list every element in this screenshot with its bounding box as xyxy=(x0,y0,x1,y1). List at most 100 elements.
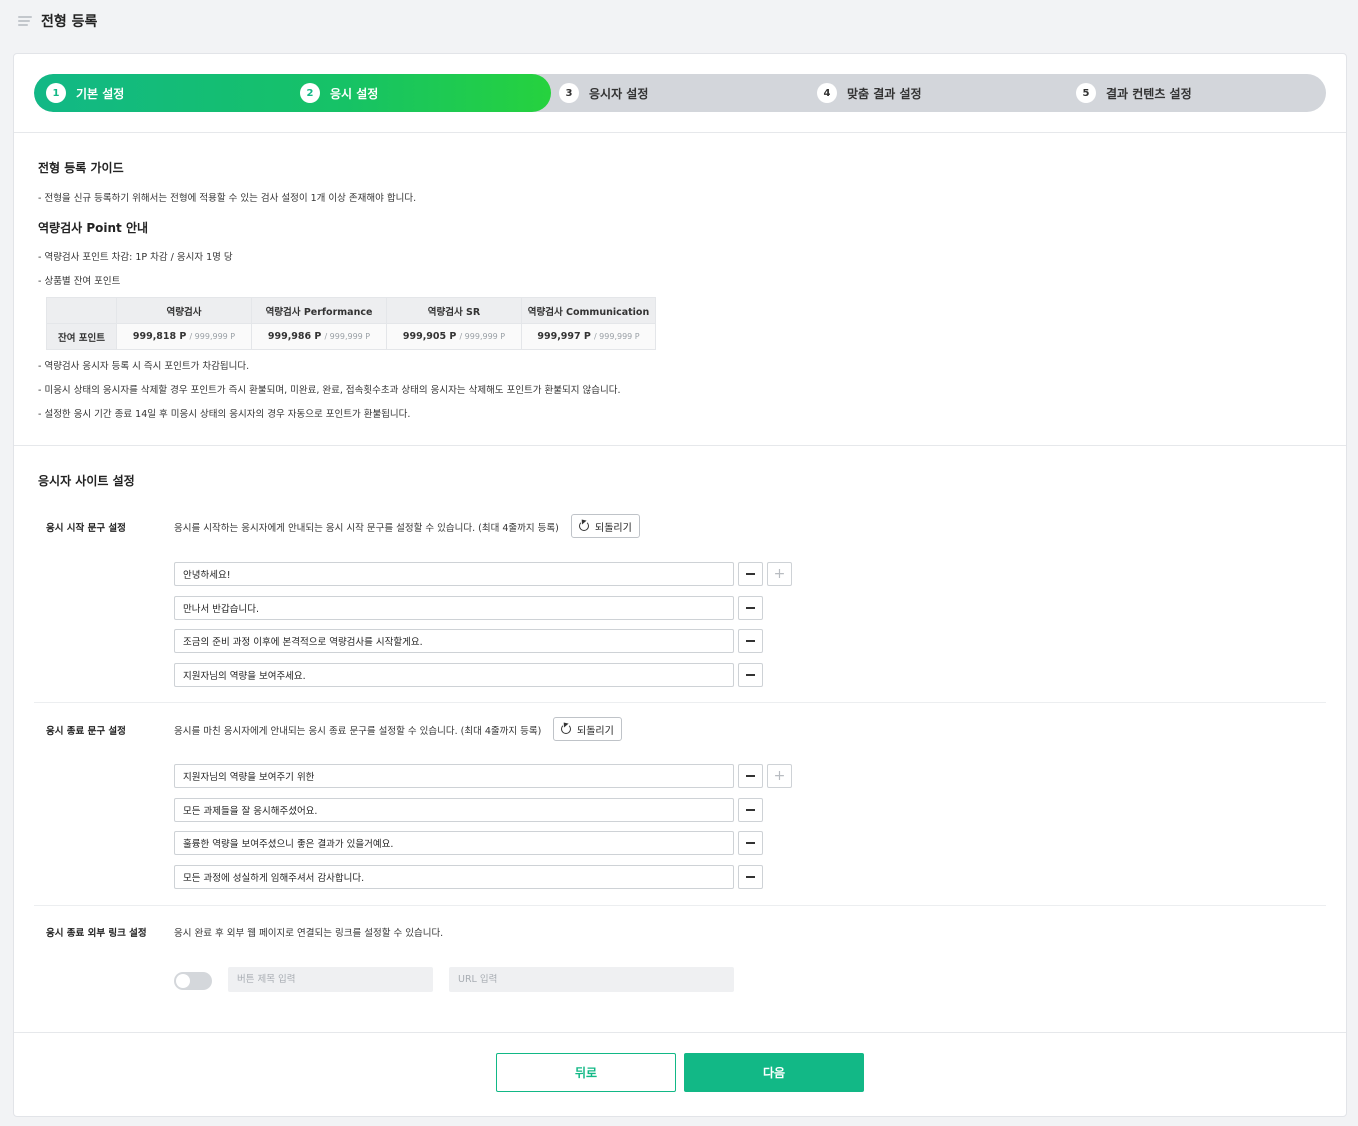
toggle-knob xyxy=(176,974,190,988)
points-current: 999,997 P xyxy=(537,331,591,342)
table-column-header: 역량검사 xyxy=(116,297,252,324)
end-phrase-input-4[interactable] xyxy=(174,865,734,889)
reset-label: 되돌리기 xyxy=(595,522,632,534)
points-max: / 999,999 P xyxy=(459,332,506,341)
step-result-content-settings[interactable]: 5 결과 컨텐츠 설정 xyxy=(1076,74,1192,112)
section-divider xyxy=(34,702,1326,703)
start-phrase-label: 응시 시작 문구 설정 xyxy=(46,523,126,534)
external-link-toggle[interactable] xyxy=(174,972,212,990)
step-progress-bar: 1 기본 설정 2 응시 설정 3 응시자 설정 4 맞춤 결과 설정 5 결과… xyxy=(34,74,1326,112)
table-cell: 999,997 P / 999,999 P xyxy=(521,323,656,350)
step-label: 응시 설정 xyxy=(330,86,379,101)
points-note: - 상품별 잔여 포인트 xyxy=(38,276,121,287)
points-max: / 999,999 P xyxy=(189,332,236,341)
site-settings-title: 응시자 사이트 설정 xyxy=(38,474,135,488)
points-max: / 999,999 P xyxy=(324,332,371,341)
url-input[interactable] xyxy=(449,967,734,992)
reset-icon xyxy=(579,521,589,531)
remove-line-button[interactable] xyxy=(738,629,763,653)
points-note: - 역량검사 응시자 등록 시 즉시 포인트가 차감됩니다. xyxy=(38,361,250,372)
step-label: 기본 설정 xyxy=(76,86,125,101)
points-note: - 역량검사 포인트 차감: 1P 차감 / 응시자 1명 당 xyxy=(38,252,233,263)
start-phrase-input-4[interactable] xyxy=(174,663,734,687)
remove-line-button[interactable] xyxy=(738,764,763,788)
table-row-header: 잔여 포인트 xyxy=(46,323,117,350)
remove-line-button[interactable] xyxy=(738,831,763,855)
step-number: 2 xyxy=(300,83,320,103)
points-note: - 미응시 상태의 응시자를 삭제할 경우 포인트가 즉시 환불되며, 미완료,… xyxy=(38,385,621,396)
points-note: - 설정한 응시 기간 종료 14일 후 미응시 상태의 응시자의 경우 자동으… xyxy=(38,409,411,420)
points-current: 999,905 P xyxy=(402,331,457,342)
minus-icon xyxy=(746,573,755,575)
remove-line-button[interactable] xyxy=(738,663,763,687)
table-row: 잔여 포인트 999,818 P / 999,999 P 999,986 P /… xyxy=(46,323,656,350)
points-current: 999,986 P xyxy=(267,331,322,342)
step-exam-settings[interactable]: 2 응시 설정 xyxy=(300,74,378,112)
add-line-button[interactable]: + xyxy=(767,764,792,788)
back-button[interactable]: 뒤로 xyxy=(496,1053,676,1092)
remove-line-button[interactable] xyxy=(738,865,763,889)
external-link-desc: 응시 완료 후 외부 웹 페이지로 연결되는 링크를 설정할 수 있습니다. xyxy=(174,928,444,939)
start-phrase-reset-button[interactable]: 되돌리기 xyxy=(571,514,640,538)
minus-icon xyxy=(746,640,755,642)
button-title-input[interactable] xyxy=(228,967,433,992)
step-number: 1 xyxy=(46,83,66,103)
table-cell: 999,905 P / 999,999 P xyxy=(386,323,522,350)
divider xyxy=(14,445,1346,446)
points-max: / 999,999 P xyxy=(593,332,640,341)
table-corner-cell xyxy=(46,297,117,324)
minus-icon xyxy=(746,674,755,676)
step-number: 3 xyxy=(559,83,579,103)
add-line-button[interactable]: + xyxy=(767,562,792,586)
page-title: 전형 등록 xyxy=(41,14,98,30)
minus-icon xyxy=(746,775,755,777)
page-header: 전형 등록 xyxy=(18,10,97,32)
main-card: 1 기본 설정 2 응시 설정 3 응시자 설정 4 맞춤 결과 설정 5 결과… xyxy=(13,53,1347,1117)
end-phrase-desc: 응시를 마친 응시자에게 안내되는 응시 종료 문구를 설정할 수 있습니다. … xyxy=(174,726,542,737)
points-title: 역량검사 Point 안내 xyxy=(38,221,149,235)
points-current: 999,818 P xyxy=(132,331,187,342)
table-column-header: 역량검사 Communication xyxy=(521,297,656,324)
next-button[interactable]: 다음 xyxy=(684,1053,864,1092)
table-column-header: 역량검사 Performance xyxy=(251,297,387,324)
plus-icon: + xyxy=(773,566,786,582)
start-phrase-desc: 응시를 시작하는 응시자에게 안내되는 응시 시작 문구를 설정할 수 있습니다… xyxy=(174,523,559,534)
plus-icon: + xyxy=(773,768,786,784)
start-phrase-input-1[interactable] xyxy=(174,562,734,586)
minus-icon xyxy=(746,876,755,878)
table-column-header: 역량검사 SR xyxy=(386,297,522,324)
minus-icon xyxy=(746,842,755,844)
start-phrase-input-2[interactable] xyxy=(174,596,734,620)
section-divider xyxy=(34,905,1326,906)
start-phrase-input-3[interactable] xyxy=(174,629,734,653)
step-candidate-settings[interactable]: 3 응시자 설정 xyxy=(559,74,648,112)
end-phrase-label: 응시 종료 문구 설정 xyxy=(46,726,126,737)
step-number: 5 xyxy=(1076,83,1096,103)
divider xyxy=(14,1032,1346,1033)
guide-title: 전형 등록 가이드 xyxy=(38,161,124,175)
remaining-points-table: 역량검사 역량검사 Performance 역량검사 SR 역량검사 Commu… xyxy=(46,297,656,350)
step-custom-result-settings[interactable]: 4 맞춤 결과 설정 xyxy=(817,74,922,112)
step-basic-settings[interactable]: 1 기본 설정 xyxy=(46,74,124,112)
remove-line-button[interactable] xyxy=(738,596,763,620)
end-phrase-input-3[interactable] xyxy=(174,831,734,855)
end-phrase-input-1[interactable] xyxy=(174,764,734,788)
minus-icon xyxy=(746,809,755,811)
end-phrase-reset-button[interactable]: 되돌리기 xyxy=(553,717,622,741)
minus-icon xyxy=(746,607,755,609)
step-number: 4 xyxy=(817,83,837,103)
table-header-row: 역량검사 역량검사 Performance 역량검사 SR 역량검사 Commu… xyxy=(46,297,656,324)
menu-icon[interactable] xyxy=(18,16,32,26)
table-cell: 999,986 P / 999,999 P xyxy=(251,323,387,350)
guide-note: - 전형을 신규 등록하기 위해서는 전형에 적용할 수 있는 검사 설정이 1… xyxy=(38,193,417,204)
remove-line-button[interactable] xyxy=(738,798,763,822)
step-label: 맞춤 결과 설정 xyxy=(847,86,922,101)
reset-icon xyxy=(561,724,571,734)
divider xyxy=(14,132,1346,133)
step-label: 응시자 설정 xyxy=(589,86,649,101)
table-cell: 999,818 P / 999,999 P xyxy=(116,323,252,350)
external-link-label: 응시 종료 외부 링크 설정 xyxy=(46,928,147,939)
end-phrase-input-2[interactable] xyxy=(174,798,734,822)
step-label: 결과 컨텐츠 설정 xyxy=(1106,86,1192,101)
remove-line-button[interactable] xyxy=(738,562,763,586)
